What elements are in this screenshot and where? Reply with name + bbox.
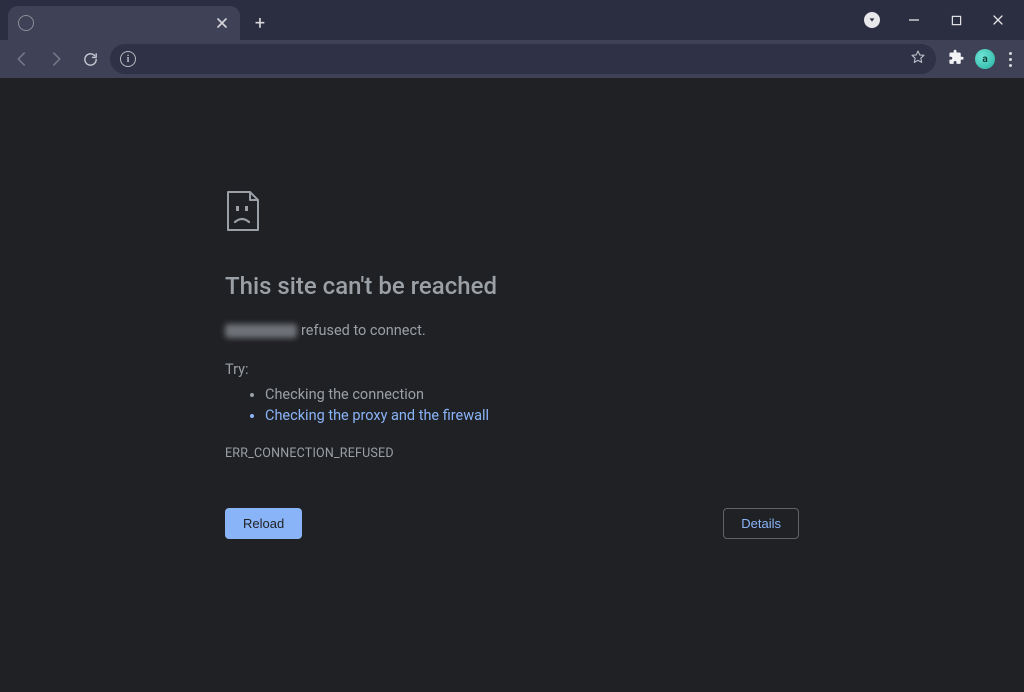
account-menu-button[interactable] [862,10,882,30]
maximize-button[interactable] [946,10,966,30]
titlebar: + [0,0,1024,40]
suggestion-check-connection: Checking the connection [265,386,799,403]
error-panel: This site can't be reached refused to co… [225,190,799,461]
reload-button[interactable]: Reload [225,508,302,539]
suggestion-list: Checking the connection Checking the pro… [225,386,799,424]
profile-avatar[interactable]: a [975,49,995,69]
forward-button[interactable] [42,45,70,73]
back-button[interactable] [8,45,36,73]
details-button[interactable]: Details [723,508,799,539]
error-message: refused to connect. [225,322,799,339]
reload-toolbar-button[interactable] [76,45,104,73]
close-tab-button[interactable] [214,15,230,31]
minimize-button[interactable] [904,10,924,30]
try-label: Try: [225,361,799,378]
site-info-icon[interactable]: i [120,51,136,67]
extensions-icon[interactable] [948,49,965,70]
toolbar: i a [0,40,1024,78]
menu-button[interactable] [1005,48,1016,71]
browser-tab[interactable] [8,6,240,40]
close-window-button[interactable] [988,10,1008,30]
window-controls [852,0,1018,40]
error-code: ERR_CONNECTION_REFUSED [225,446,799,461]
address-bar[interactable]: i [110,44,936,74]
new-tab-button[interactable]: + [246,9,274,37]
error-heading: This site can't be reached [225,272,799,300]
error-button-row: Reload Details [225,508,799,539]
redacted-host [225,324,297,338]
page-content: This site can't be reached refused to co… [0,78,1024,692]
sad-file-icon [225,190,261,232]
bookmark-star-icon[interactable] [910,49,926,69]
error-message-text: refused to connect. [301,322,426,339]
globe-icon [18,15,34,31]
toolbar-right: a [942,48,1016,71]
url-input[interactable] [146,52,900,67]
suggestion-proxy-firewall-link[interactable]: Checking the proxy and the firewall [265,407,799,424]
